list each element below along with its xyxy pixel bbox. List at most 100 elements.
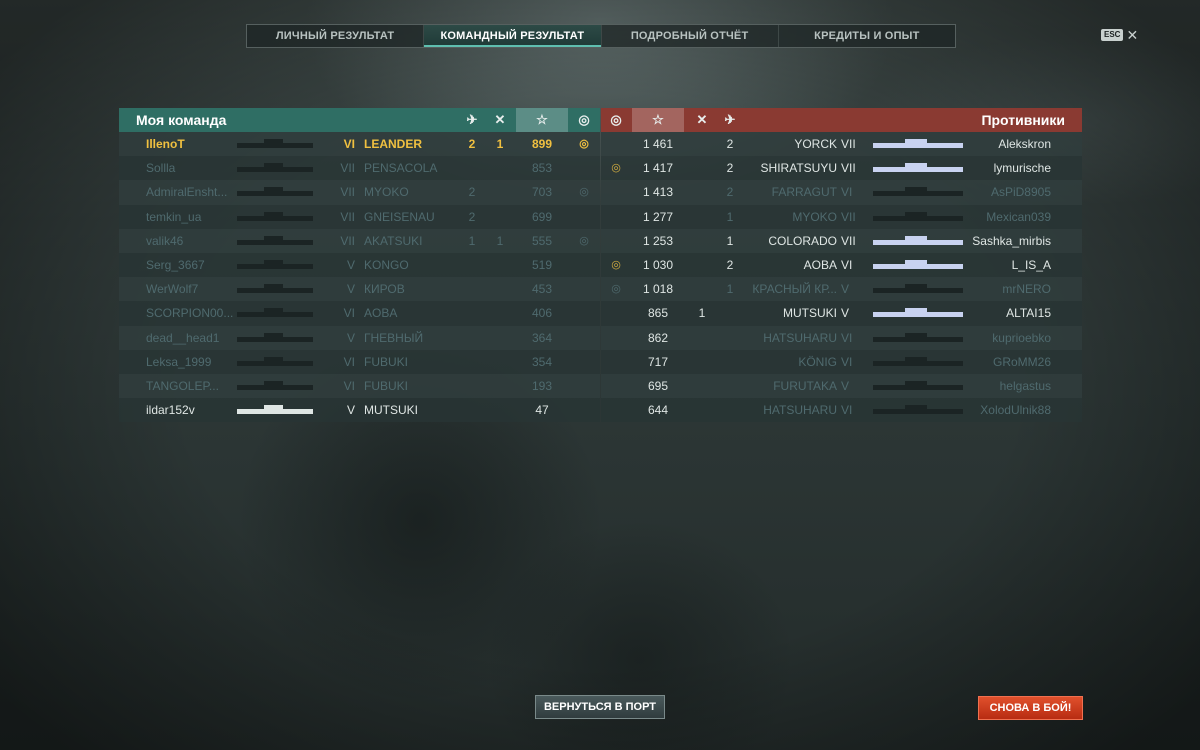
ship-name: YORCK <box>794 137 837 151</box>
ship-tier: VI <box>343 378 355 393</box>
ship-silhouette-icon <box>237 211 313 221</box>
player-name: helgastus <box>999 378 1051 393</box>
ship-tier: V <box>346 282 355 297</box>
base-experience: 555 <box>531 233 553 248</box>
player-row[interactable]: 1 413 2 FARRAGUT VI AsPiD8905 <box>601 180 1082 205</box>
base-experience: 1 030 <box>642 257 674 272</box>
ship-name: GNEISENAU <box>364 209 435 224</box>
ship-silhouette-icon <box>873 163 963 173</box>
base-experience: 1 018 <box>642 282 674 297</box>
ship-name: ГНЕВНЫЙ <box>364 330 424 345</box>
player-name: Sashka_mirbis <box>972 233 1051 248</box>
ship-name: FARRAGUT <box>771 185 837 200</box>
player-row[interactable]: 1 253 1 COLORADO VII Sashka_mirbis <box>601 228 1082 253</box>
ship-silhouette-icon <box>237 284 313 294</box>
ship-silhouette-icon <box>237 332 313 342</box>
ship-tier: V <box>841 282 850 297</box>
player-row[interactable]: SCORPION00... VI AOBA 406 <box>119 301 600 325</box>
player-name: ALTAI15 <box>1006 306 1051 321</box>
ship-name: COLORADO <box>768 233 837 248</box>
player-name: XolodUlnik88 <box>980 403 1051 418</box>
player-row[interactable]: 717 KÖNIG VI GRoMM26 <box>601 350 1082 374</box>
base-experience: 695 <box>647 378 669 393</box>
player-row[interactable]: TANGOLEP... VI FUBUKI 193 <box>119 373 600 399</box>
tab-credits-experience[interactable]: КРЕДИТЫ И ОПЫТ <box>779 25 955 47</box>
ship-name: MUTSUKI <box>783 306 837 321</box>
medal-icon: ◎ <box>611 283 621 296</box>
crossed-swords-icon: ✕ <box>696 112 708 127</box>
player-row[interactable]: ◎ 1 030 2 AOBA VI L_IS_A <box>601 253 1082 277</box>
player-row[interactable]: Sollla VII PENSACOLA 853 <box>119 156 600 180</box>
player-name: Leksa_1999 <box>146 354 212 369</box>
enemy-team-title: Противники <box>981 112 1065 128</box>
player-row[interactable]: Leksa_1999 VI FUBUKI 354 <box>119 350 600 374</box>
tab-team-result[interactable]: КОМАНДНЫЙ РЕЗУЛЬТАТ <box>424 25 602 47</box>
ship-silhouette-icon <box>873 405 963 415</box>
player-row[interactable]: ◎ 1 417 2 SHIRATSUYU VII lymurische <box>601 156 1082 180</box>
base-experience: 1 277 <box>642 209 674 224</box>
base-experience: 519 <box>531 257 553 272</box>
ship-name: AOBA <box>364 306 398 321</box>
esc-key-badge: ESC <box>1101 29 1124 41</box>
player-row[interactable]: ildar152v V MUTSUKI 47 <box>119 398 600 422</box>
ship-name: MYOKO <box>792 209 837 224</box>
ship-tier: VI <box>841 185 853 200</box>
results-tabs: ЛИЧНЫЙ РЕЗУЛЬТАТ КОМАНДНЫЙ РЕЗУЛЬТАТ ПОД… <box>246 24 956 48</box>
ships-destroyed: 1 <box>726 209 734 224</box>
planes-destroyed: 2 <box>468 209 476 224</box>
return-to-port-button[interactable]: ВЕРНУТЬСЯ В ПОРТ <box>535 695 665 719</box>
ship-name: MUTSUKI <box>364 403 418 418</box>
close-icon: ✕ <box>1126 27 1139 43</box>
player-row[interactable]: AdmiralEnsht... VII MYOKO 2 703 ◎ <box>119 180 600 205</box>
player-row[interactable]: 862 HATSUHARU VI kuprioebko <box>601 325 1082 350</box>
base-experience: 364 <box>531 330 553 345</box>
player-row[interactable]: 695 FURUTAKA Vhelgastus <box>601 373 1082 399</box>
player-row[interactable]: 865 1 MUTSUKI V ALTAI15 <box>601 301 1082 325</box>
ship-tier: VII <box>340 185 355 200</box>
ship-name: FURUTAKA <box>773 378 837 393</box>
base-experience: 644 <box>647 403 669 418</box>
my-team-header: Моя команда ✈ ✕ ☆ ◎ <box>119 108 600 132</box>
tab-detailed-report[interactable]: ПОДРОБНЫЙ ОТЧЁТ <box>602 25 779 47</box>
player-name: temkin_ua <box>146 209 202 224</box>
player-row[interactable]: 1 461 2 YORCK VII Alekskron <box>601 132 1082 157</box>
ship-silhouette-icon <box>237 187 313 197</box>
close-results-button[interactable]: ESC ✕ <box>1101 27 1139 43</box>
tab-personal-result[interactable]: ЛИЧНЫЙ РЕЗУЛЬТАТ <box>247 25 425 47</box>
player-name: Alekskron <box>998 137 1051 151</box>
ships-destroyed: 1 <box>726 233 734 248</box>
medal-icon: ◎ <box>611 162 621 175</box>
ship-name: LEANDER <box>364 137 423 151</box>
player-row[interactable]: dead__head1 V ГНЕВНЫЙ 364 <box>119 325 600 350</box>
ship-silhouette-icon <box>237 380 313 390</box>
player-row[interactable]: WerWolf7 V КИРОВ 453 <box>119 277 600 302</box>
ship-name: FUBUKI <box>364 378 409 393</box>
player-row[interactable]: IllenoT VI LEANDER 2 1 899 ◎ <box>119 132 600 157</box>
ship-name: HATSUHARU <box>763 403 837 418</box>
ship-tier: VII <box>841 137 856 151</box>
ship-silhouette-icon <box>237 405 313 415</box>
battle-again-button[interactable]: СНОВА В БОЙ! <box>978 696 1083 720</box>
player-row[interactable]: 644 HATSUHARU VI XolodUlnik88 <box>601 398 1082 422</box>
player-row[interactable]: 1 277 1 MYOKO VII Mexican039 <box>601 205 1082 229</box>
ship-silhouette-icon <box>873 332 963 342</box>
player-row[interactable]: ◎ 1 018 1 КРАСНЫЙ КР... VmrNERO <box>601 277 1082 302</box>
ship-tier: VII <box>841 209 856 224</box>
enemy-team-header: ◎ ☆ ✕ ✈ Противники <box>601 108 1082 132</box>
ship-tier: VI <box>841 257 853 272</box>
base-experience: 1 413 <box>642 185 674 200</box>
ships-destroyed: 1 <box>726 282 734 297</box>
player-name: GRoMM26 <box>992 354 1051 369</box>
ship-tier: VI <box>841 403 853 418</box>
ship-tier: VI <box>841 330 853 345</box>
medal-icon: ◎ <box>578 112 590 127</box>
ship-name: HATSUHARU <box>763 330 837 345</box>
player-row[interactable]: valik46 VII AKATSUKI 1 1 555 ◎ <box>119 228 600 253</box>
player-row[interactable]: temkin_ua VII GNEISENAU 2 699 <box>119 205 600 229</box>
ships-destroyed: 1 <box>496 233 504 248</box>
base-experience: 354 <box>531 354 553 369</box>
player-row[interactable]: Serg_3667 V KONGO 519 <box>119 253 600 277</box>
base-experience: 1 417 <box>642 161 674 176</box>
ships-destroyed: 2 <box>726 137 734 151</box>
base-experience: 862 <box>647 330 669 345</box>
